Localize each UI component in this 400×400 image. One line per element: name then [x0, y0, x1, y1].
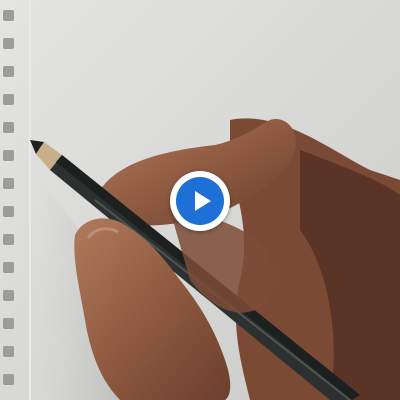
- play-button[interactable]: [170, 171, 230, 231]
- play-icon: [195, 191, 211, 211]
- play-button-ring: [176, 177, 224, 225]
